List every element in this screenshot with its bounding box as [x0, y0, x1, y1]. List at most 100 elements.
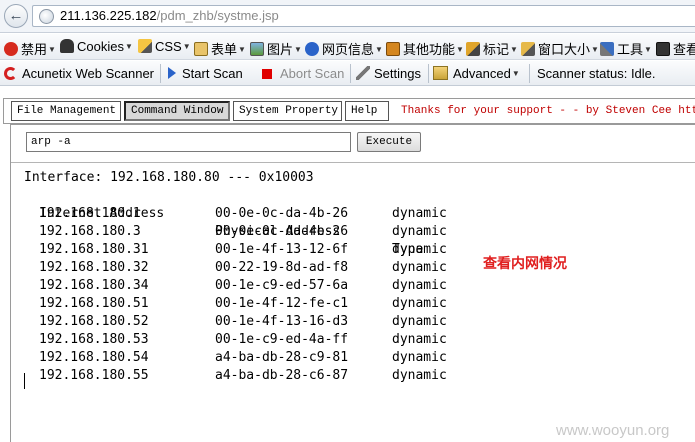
arp-mac: 00-22-19-8d-ad-f8 [215, 260, 349, 275]
advanced-icon [433, 66, 448, 80]
toolbar-misc[interactable]: 其他功能▼ [386, 39, 464, 58]
toolbar-page-info[interactable]: 网页信息▼ [305, 39, 383, 58]
pen-icon [466, 42, 480, 56]
arp-row: 192.168.180.55 a4-ba-db-28-c6-87 dynamic [24, 367, 504, 385]
menu-command-window[interactable]: Command Window [124, 101, 230, 121]
arp-mac: a4-ba-db-28-c9-81 [215, 350, 349, 365]
arp-row: 192.168.180.3 00-0e-0c-da-4b-26 dynamic [24, 223, 504, 241]
pencil-icon [138, 39, 152, 53]
arp-row: 192.168.180.31 00-1e-4f-13-12-6f dynamic [24, 241, 504, 259]
divider [11, 162, 695, 163]
arp-type: dynamic [392, 206, 447, 221]
toolbar-cookies[interactable]: Cookies▼ [60, 39, 133, 54]
arp-mac: 00-1e-4f-13-12-6f [215, 242, 349, 257]
menu-help[interactable]: Help [345, 101, 389, 121]
arp-row: 192.168.180.1 00-0e-0c-da-4b-26 dynamic [24, 205, 504, 223]
toolbar-forms-label: 表单 [211, 42, 238, 57]
toolbar-misc-label: 其他功能 [403, 42, 456, 57]
settings-label: Settings [374, 66, 421, 81]
menu-file-management[interactable]: File Management [11, 101, 121, 121]
back-button[interactable]: ← [4, 4, 28, 28]
command-panel: Execute Interface: 192.168.180.80 --- 0x… [10, 124, 695, 442]
arp-ip: 192.168.180.32 [39, 260, 149, 275]
arp-type: dynamic [392, 224, 447, 239]
toolbar-view-source[interactable]: 查看 [656, 39, 695, 58]
arp-mac: 00-0e-0c-da-4b-26 [215, 224, 349, 239]
disable-icon [4, 42, 18, 56]
arp-mac: 00-1e-4f-12-fe-c1 [215, 296, 349, 311]
command-input[interactable] [26, 132, 351, 152]
acunetix-title-label: Acunetix Web Scanner [22, 66, 154, 81]
toolbar-page-info-label: 网页信息 [322, 42, 375, 57]
book-icon [386, 42, 400, 56]
output-interface-line: Interface: 192.168.180.80 --- 0x10003 [24, 170, 314, 185]
arp-ip: 192.168.180.53 [39, 332, 149, 347]
globe-icon [39, 9, 54, 24]
ruler-icon [521, 42, 535, 56]
back-arrow-icon: ← [8, 7, 24, 24]
monitor-icon [656, 42, 670, 56]
arp-mac: 00-1e-c9-ed-57-6a [215, 278, 349, 293]
url-text: 211.136.225.182/pdm_zhb/systme.jsp [60, 8, 279, 23]
advanced-menu[interactable]: Advanced▼ [433, 66, 520, 81]
toolbar-disable[interactable]: 禁用▼ [4, 39, 56, 58]
toolbar-forms[interactable]: 表单▼ [194, 39, 246, 58]
url-path: /pdm_zhb/systme.jsp [156, 8, 279, 23]
start-scan-label: Start Scan [182, 66, 243, 81]
play-icon [168, 67, 176, 79]
arp-type: dynamic [392, 368, 447, 383]
acunetix-title: Acunetix Web Scanner [4, 66, 154, 81]
toolbar-images[interactable]: 图片▼ [250, 39, 302, 58]
arp-row: 192.168.180.32 00-22-19-8d-ad-f8 dynamic [24, 259, 504, 277]
scanner-status: Scanner status: Idle. [537, 66, 656, 81]
toolbar-css-label: CSS [155, 39, 182, 54]
settings-button[interactable]: Settings [356, 66, 421, 81]
separator [529, 64, 530, 83]
plugin-toolbar: 禁用▼ Cookies▼ CSS▼ 表单▼ 图片▼ 网页信息▼ 其他功能▼ 标记… [0, 34, 695, 60]
wrench-icon [356, 66, 370, 80]
toolbar-outline-label: 标记 [483, 42, 510, 57]
toolbar-css[interactable]: CSS▼ [138, 39, 191, 54]
advanced-label: Advanced [453, 66, 511, 81]
arp-row: 192.168.180.53 00-1e-c9-ed-4a-ff dynamic [24, 331, 504, 349]
arp-type: dynamic [392, 260, 447, 275]
webshell-menu: File Management Command Window System Pr… [3, 98, 695, 124]
webshell-page: File Management Command Window System Pr… [0, 87, 695, 442]
arp-ip: 192.168.180.31 [39, 242, 149, 257]
tools-icon [600, 42, 614, 56]
toolbar-disable-label: 禁用 [21, 42, 48, 57]
arp-ip: 192.168.180.51 [39, 296, 149, 311]
arp-mac: 00-1e-4f-13-16-d3 [215, 314, 349, 329]
address-bar: ← 211.136.225.182/pdm_zhb/systme.jsp [0, 0, 695, 33]
arp-row: 192.168.180.52 00-1e-4f-13-16-d3 dynamic [24, 313, 504, 331]
separator [160, 64, 161, 83]
acunetix-logo-icon [4, 67, 17, 80]
separator [350, 64, 351, 83]
toolbar-images-label: 图片 [267, 42, 294, 57]
arp-type: dynamic [392, 350, 447, 365]
stop-icon [262, 69, 272, 79]
person-icon [60, 39, 74, 53]
arp-ip: 192.168.180.34 [39, 278, 149, 293]
start-scan-button[interactable]: Start Scan [168, 66, 243, 81]
toolbar-tools[interactable]: 工具▼ [600, 39, 652, 58]
image-icon [250, 42, 264, 56]
arp-row: 192.168.180.54 a4-ba-db-28-c9-81 dynamic [24, 349, 504, 367]
arp-type: dynamic [392, 332, 447, 347]
separator [428, 64, 429, 83]
execute-button[interactable]: Execute [357, 132, 421, 152]
arp-ip: 192.168.180.55 [39, 368, 149, 383]
arp-ip: 192.168.180.1 [39, 206, 141, 221]
toolbar-outline[interactable]: 标记▼ [466, 39, 518, 58]
arp-ip: 192.168.180.52 [39, 314, 149, 329]
acunetix-toolbar: Acunetix Web Scanner Start Scan Abort Sc… [0, 61, 695, 86]
info-icon [305, 42, 319, 56]
thanks-text: Thanks for your support - - by Steven Ce… [401, 105, 695, 117]
menu-system-property[interactable]: System Property [233, 101, 342, 121]
text-cursor [24, 373, 25, 389]
toolbar-resize[interactable]: 窗口大小▼ [521, 39, 599, 58]
chevron-down-icon: ▼ [511, 69, 520, 78]
abort-scan-button[interactable]: Abort Scan [262, 66, 344, 81]
url-field[interactable]: 211.136.225.182/pdm_zhb/systme.jsp [32, 5, 695, 27]
toolbar-tools-label: 工具 [617, 42, 644, 57]
